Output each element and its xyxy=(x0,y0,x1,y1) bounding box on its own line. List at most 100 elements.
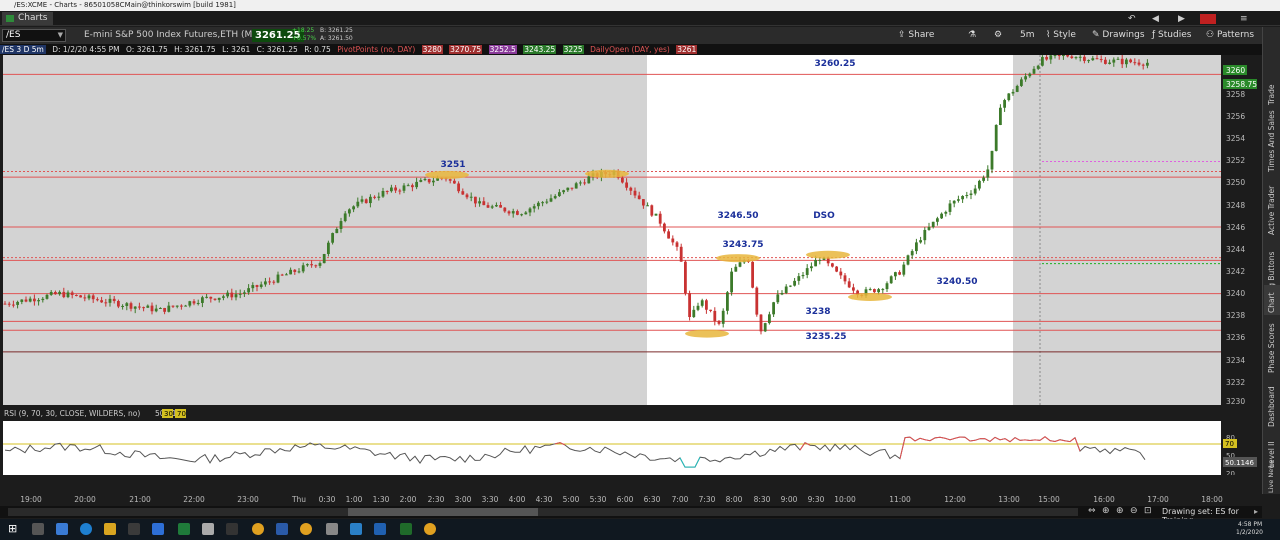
tab-live-news[interactable]: Live News xyxy=(1264,460,1280,493)
scrollbar-thumb[interactable] xyxy=(348,508,538,516)
settings-icon[interactable] xyxy=(128,523,140,535)
candle-body xyxy=(327,242,330,255)
candle-body xyxy=(1095,58,1099,60)
crosshair-icon[interactable]: ⊕ xyxy=(1102,506,1110,516)
app-icon[interactable] xyxy=(226,523,238,535)
scroll-right-icon[interactable]: ▸ xyxy=(1254,507,1258,516)
candle-body xyxy=(1057,55,1061,57)
taskbar-clock-time[interactable]: 4:58 PM xyxy=(1238,521,1262,528)
windows-start-icon[interactable]: ⊞ xyxy=(8,522,17,535)
tab-phase-scores[interactable]: Phase Scores xyxy=(1264,319,1280,374)
link-color-icon[interactable] xyxy=(1200,14,1216,24)
fit-icon[interactable]: ⊡ xyxy=(1144,506,1152,516)
chrome-icon[interactable] xyxy=(252,523,264,535)
highlight-ellipse xyxy=(806,250,850,259)
candle-body xyxy=(1062,55,1065,57)
symbol-input[interactable]: /ES ▼ xyxy=(2,29,66,42)
share-button[interactable]: ⇪ Share xyxy=(898,29,934,42)
candle-body xyxy=(520,214,523,216)
candle-body xyxy=(1049,55,1053,60)
word-icon[interactable] xyxy=(276,523,288,535)
candle-body xyxy=(969,193,973,196)
candle-body xyxy=(243,292,246,294)
time-label: 3:00 xyxy=(455,495,472,504)
time-label: 7:00 xyxy=(672,495,689,504)
chart-timeframe: /ES 3 D 5m xyxy=(0,45,46,54)
time-label: 13:00 xyxy=(998,495,1020,504)
pan-icon[interactable]: ⇔ xyxy=(1088,506,1096,516)
chevron-down-icon[interactable]: ▼ xyxy=(58,30,63,41)
thinkorswim-icon[interactable] xyxy=(400,523,412,535)
price-panel[interactable] xyxy=(3,55,1221,405)
chrome-icon[interactable] xyxy=(424,523,436,535)
candle-body xyxy=(1053,55,1057,57)
candle-body xyxy=(28,298,32,302)
time-label: 8:30 xyxy=(754,495,771,504)
pivot-label: PivotPoints (no, DAY) xyxy=(337,45,416,54)
tab-chart[interactable]: Chart xyxy=(1264,285,1280,315)
tab-trade[interactable]: Trade xyxy=(1264,67,1280,107)
excel-icon[interactable] xyxy=(178,523,190,535)
candle-body xyxy=(419,180,423,182)
candle-body xyxy=(364,199,368,204)
current-price-tag-text: 3260 xyxy=(1226,66,1245,75)
studies-button[interactable]: ƒ Studies xyxy=(1152,29,1191,42)
app-icon[interactable] xyxy=(202,523,214,535)
tab-times-and-sales[interactable]: Times And Sales xyxy=(1264,110,1280,172)
file-explorer-icon[interactable] xyxy=(104,523,116,535)
time-label: 4:30 xyxy=(536,495,553,504)
arrow-right-icon[interactable]: ▶ xyxy=(1178,13,1185,26)
time-axis[interactable]: 19:00 20:00 21:00 22:00 23:00 Thu 0:30 1:00 1:30… xyxy=(0,492,1262,506)
candle-body xyxy=(1078,56,1082,58)
time-label: 1:30 xyxy=(373,495,390,504)
annotation-3238: 3238 xyxy=(805,307,830,317)
candle-body xyxy=(301,265,305,272)
pivot-pp: 3252.5 xyxy=(488,45,517,54)
highlight-ellipse xyxy=(585,169,629,178)
bar-range: R: 0.75 xyxy=(304,45,331,54)
candle-body xyxy=(213,298,217,300)
rsi-panel[interactable] xyxy=(3,421,1221,475)
rsi-70-tag-text: 70 xyxy=(1225,440,1234,448)
app-icon[interactable] xyxy=(326,523,338,535)
edge-icon[interactable] xyxy=(80,523,92,535)
right-side-panel: Trade Times And Sales Active Trader Big … xyxy=(1262,27,1280,494)
menu-icon[interactable]: ≡ xyxy=(1240,13,1248,26)
candle-body xyxy=(570,187,574,189)
candle-body xyxy=(276,274,280,283)
candle-body xyxy=(700,300,704,306)
chrome-icon[interactable] xyxy=(300,523,312,535)
candle-body xyxy=(553,196,557,199)
outlook-icon[interactable] xyxy=(374,523,386,535)
undo-icon[interactable]: ↶ xyxy=(1128,13,1136,26)
arrow-left-icon[interactable]: ◀ xyxy=(1152,13,1159,26)
candle-body xyxy=(852,287,855,291)
candle-body xyxy=(457,183,460,192)
taskbar-clock-date[interactable]: 1/2/2020 xyxy=(1236,529,1263,536)
tab-active-trader[interactable]: Active Trader xyxy=(1264,177,1280,237)
rsi-overbought-segment xyxy=(934,436,941,439)
horizontal-scrollbar[interactable] xyxy=(8,508,1078,516)
candle-body xyxy=(196,302,200,304)
zoom-out-icon[interactable]: ⊖ xyxy=(1130,506,1138,516)
app-icon[interactable] xyxy=(350,523,362,535)
patterns-button[interactable]: ⚇ Patterns xyxy=(1206,29,1254,42)
candle-body xyxy=(1066,55,1069,57)
time-label: 3:30 xyxy=(482,495,499,504)
gear-icon[interactable]: ⚙ xyxy=(994,29,1002,42)
price-label: 3238 xyxy=(1226,311,1245,320)
task-view-icon[interactable] xyxy=(32,523,44,535)
zoom-in-icon[interactable]: ⊕ xyxy=(1116,506,1124,516)
tab-charts[interactable]: Charts xyxy=(2,12,54,25)
candle-body xyxy=(343,213,347,222)
chart-area[interactable]: 3260.25 3251 3246.50 DSO 3243.75 3240.50… xyxy=(0,55,1262,475)
candle-body xyxy=(919,240,922,243)
dropbox-icon[interactable] xyxy=(152,523,164,535)
drawings-button[interactable]: ✎ Drawings xyxy=(1092,29,1145,42)
store-icon[interactable] xyxy=(56,523,68,535)
flask-icon[interactable]: ⚗ xyxy=(968,29,976,42)
tab-dashboard[interactable]: Dashboard xyxy=(1264,379,1280,429)
candle-body xyxy=(1024,76,1027,80)
style-button[interactable]: ⌇ Style xyxy=(1046,29,1076,42)
interval-select[interactable]: 5m xyxy=(1020,29,1035,42)
